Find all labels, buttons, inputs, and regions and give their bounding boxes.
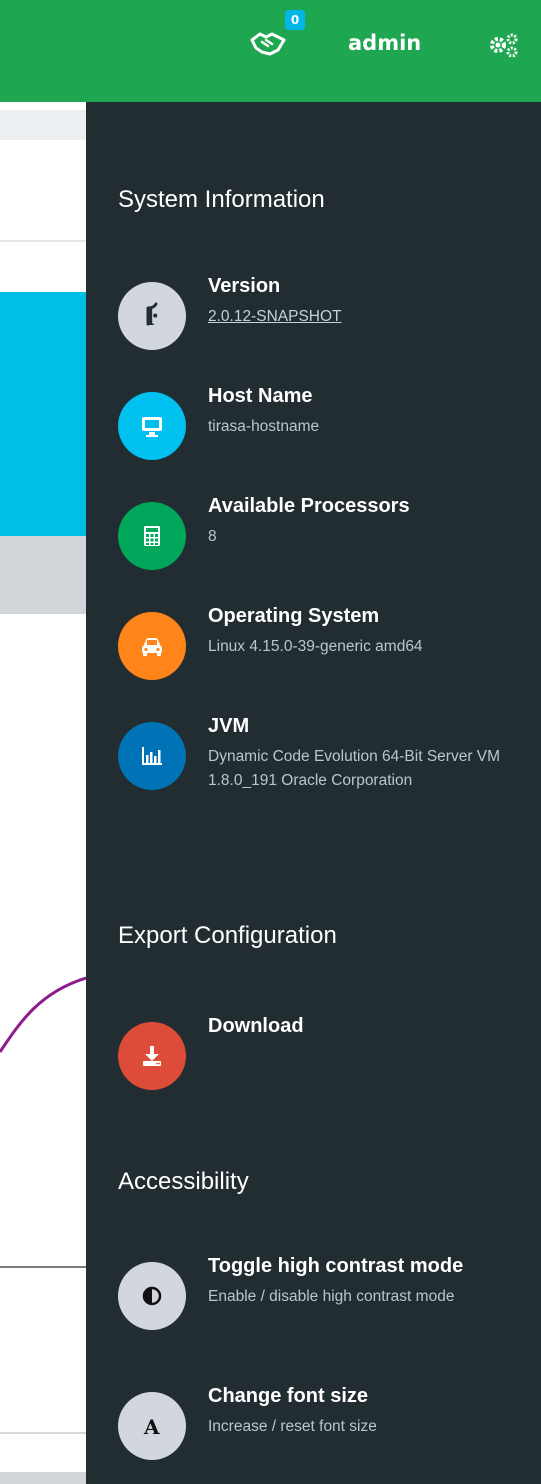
desktop-icon bbox=[118, 392, 186, 460]
font-icon[interactable]: A bbox=[118, 1392, 186, 1460]
processors-label: Available Processors bbox=[208, 495, 410, 517]
hostname-value: tirasa-hostname bbox=[208, 418, 320, 435]
os-value: Linux 4.15.0-39-generic amd64 bbox=[208, 638, 423, 655]
handshake-icon[interactable] bbox=[250, 28, 286, 58]
jvm-label: JVM bbox=[208, 715, 250, 737]
control-sidebar: System Information ŀ Version 2.0.12-SNAP… bbox=[86, 102, 541, 1484]
os-label: Operating System bbox=[208, 605, 380, 627]
content-header-strip bbox=[0, 110, 86, 140]
adjust-icon[interactable] bbox=[118, 1262, 186, 1330]
toggle-contrast-description: Enable / disable high contrast mode bbox=[208, 1288, 455, 1305]
divider bbox=[0, 1432, 86, 1434]
car-icon bbox=[118, 612, 186, 680]
main-content-background bbox=[0, 102, 86, 1484]
version-link[interactable]: 2.0.12-SNAPSHOT bbox=[208, 305, 508, 329]
font-size-description: Increase / reset font size bbox=[208, 1418, 377, 1435]
jvm-value: Dynamic Code Evolution 64-Bit Server VM … bbox=[208, 748, 501, 789]
tasks-count-badge: 0 bbox=[285, 10, 305, 30]
hostname-label: Host Name bbox=[208, 385, 313, 407]
chart-curve bbox=[0, 976, 86, 1053]
download-link[interactable]: Download bbox=[208, 1015, 304, 1038]
top-navbar: 0 admin bbox=[0, 0, 541, 102]
system-information-heading: System Information bbox=[118, 186, 325, 213]
export-configuration-heading: Export Configuration bbox=[118, 922, 337, 949]
code-fork-icon: ŀ bbox=[118, 282, 186, 350]
version-label: Version bbox=[208, 275, 281, 297]
gears-icon[interactable] bbox=[486, 30, 522, 60]
toggle-contrast-link[interactable]: Toggle high contrast mode bbox=[208, 1255, 463, 1278]
svg-text:A: A bbox=[143, 1415, 160, 1439]
bar-chart-icon bbox=[118, 722, 186, 790]
content-footer-strip bbox=[0, 1472, 86, 1484]
info-box-footer bbox=[0, 536, 86, 614]
divider bbox=[0, 240, 86, 242]
user-menu[interactable]: admin bbox=[348, 31, 421, 55]
calculator-icon bbox=[118, 502, 186, 570]
font-size-link[interactable]: Change font size bbox=[208, 1385, 368, 1408]
download-icon[interactable] bbox=[118, 1022, 186, 1090]
processors-value: 8 bbox=[208, 528, 217, 545]
accessibility-heading: Accessibility bbox=[118, 1168, 249, 1195]
divider bbox=[0, 1266, 86, 1268]
